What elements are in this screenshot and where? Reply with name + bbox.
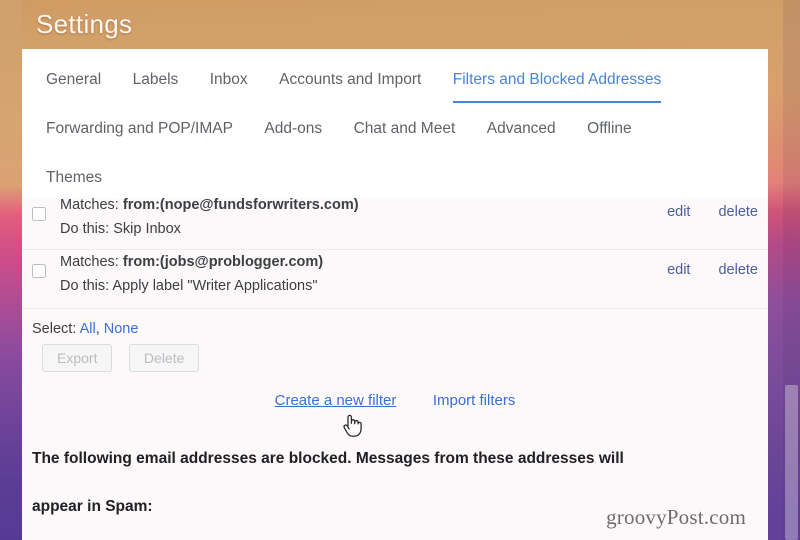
page-title: Settings — [36, 9, 133, 39]
select-label: Select: — [32, 321, 77, 337]
edit-filter-link[interactable]: edit — [667, 262, 690, 278]
edit-filter-link[interactable]: edit — [667, 204, 690, 220]
filter-action-line: Do this: Skip Inbox — [60, 217, 359, 241]
filter-action-value: Skip Inbox — [113, 221, 181, 237]
filter-matches-value: from:(jobs@problogger.com) — [122, 254, 324, 270]
scrollbar-track[interactable] — [783, 0, 800, 540]
table-row: Matches: from:(nope@fundsforwriters.com)… — [22, 198, 768, 250]
filter-description: Matches: from:(jobs@problogger.com) Do t… — [60, 250, 323, 298]
row-actions: edit delete — [643, 204, 758, 220]
blocked-note-line-2: appear in Spam: — [32, 498, 153, 515]
tab-general[interactable]: General — [46, 70, 101, 90]
select-all-link[interactable]: All — [80, 321, 96, 337]
export-button[interactable]: Export — [42, 344, 113, 372]
checkbox-unchecked[interactable] — [32, 207, 46, 221]
filter-action-line: Do this: Apply label "Writer Application… — [60, 274, 323, 298]
select-none-link[interactable]: None — [104, 321, 139, 337]
blocked-note-line-1: The following email addresses are blocke… — [32, 450, 624, 467]
delete-button[interactable]: Delete — [128, 344, 200, 372]
tab-offline[interactable]: Offline — [587, 119, 632, 139]
filter-description: Matches: from:(nope@fundsforwriters.com)… — [60, 198, 359, 241]
tab-row-1: General Labels Inbox Accounts and Import… — [46, 70, 688, 103]
tab-add-ons[interactable]: Add-ons — [264, 119, 322, 139]
filter-action-value: Apply label "Writer Applications" — [112, 278, 318, 294]
filter-matches-line: Matches: from:(jobs@problogger.com) — [60, 250, 323, 274]
tab-accounts-and-import[interactable]: Accounts and Import — [279, 70, 421, 90]
tab-inbox[interactable]: Inbox — [210, 70, 248, 90]
import-filters-link[interactable]: Import filters — [433, 392, 516, 409]
delete-filter-link[interactable]: delete — [718, 262, 758, 278]
tab-chat-and-meet[interactable]: Chat and Meet — [354, 119, 456, 139]
create-a-new-filter-link[interactable]: Create a new filter — [275, 392, 397, 409]
screenshot-root: Settings General Labels Inbox Accounts a… — [0, 0, 800, 540]
table-row: Matches: from:(jobs@problogger.com) Do t… — [22, 250, 768, 309]
blocked-addresses-description: The following email addresses are blocke… — [22, 410, 702, 531]
tab-row-3: Themes — [46, 168, 129, 188]
watermark: groovyPost.com — [606, 505, 746, 529]
filter-matches-value: from:(nope@fundsforwriters.com) — [122, 198, 359, 213]
checkbox-unchecked[interactable] — [32, 264, 46, 278]
bulk-action-buttons: Export Delete — [22, 337, 768, 372]
tab-filters-and-blocked-addresses[interactable]: Filters and Blocked Addresses — [452, 70, 661, 103]
filter-matches-label: Matches: — [60, 254, 119, 270]
row-actions: edit delete — [643, 262, 758, 278]
filter-matches-label: Matches: — [60, 198, 119, 213]
tab-advanced[interactable]: Advanced — [487, 119, 556, 139]
delete-filter-link[interactable]: delete — [718, 204, 758, 220]
scrollbar-thumb[interactable] — [785, 385, 798, 540]
filter-action-label: Do this: — [60, 278, 110, 294]
filter-links-row: Create a new filter Import filters — [22, 372, 768, 410]
tab-row-2: Forwarding and POP/IMAP Add-ons Chat and… — [46, 119, 659, 139]
filter-matches-line: Matches: from:(nope@fundsforwriters.com) — [60, 198, 359, 217]
gmail-theme-background-left-strip — [0, 0, 22, 540]
tab-themes[interactable]: Themes — [46, 168, 102, 188]
filter-action-label: Do this: — [60, 221, 110, 237]
settings-tab-panel: General Labels Inbox Accounts and Import… — [22, 49, 768, 198]
select-separator: , — [95, 321, 100, 337]
filters-content-panel: Matches: from:(nope@fundsforwriters.com)… — [22, 198, 768, 540]
tab-forwarding-and-pop-imap[interactable]: Forwarding and POP/IMAP — [46, 119, 233, 139]
select-bar: Select: All, None — [22, 309, 768, 337]
tab-labels[interactable]: Labels — [133, 70, 179, 90]
